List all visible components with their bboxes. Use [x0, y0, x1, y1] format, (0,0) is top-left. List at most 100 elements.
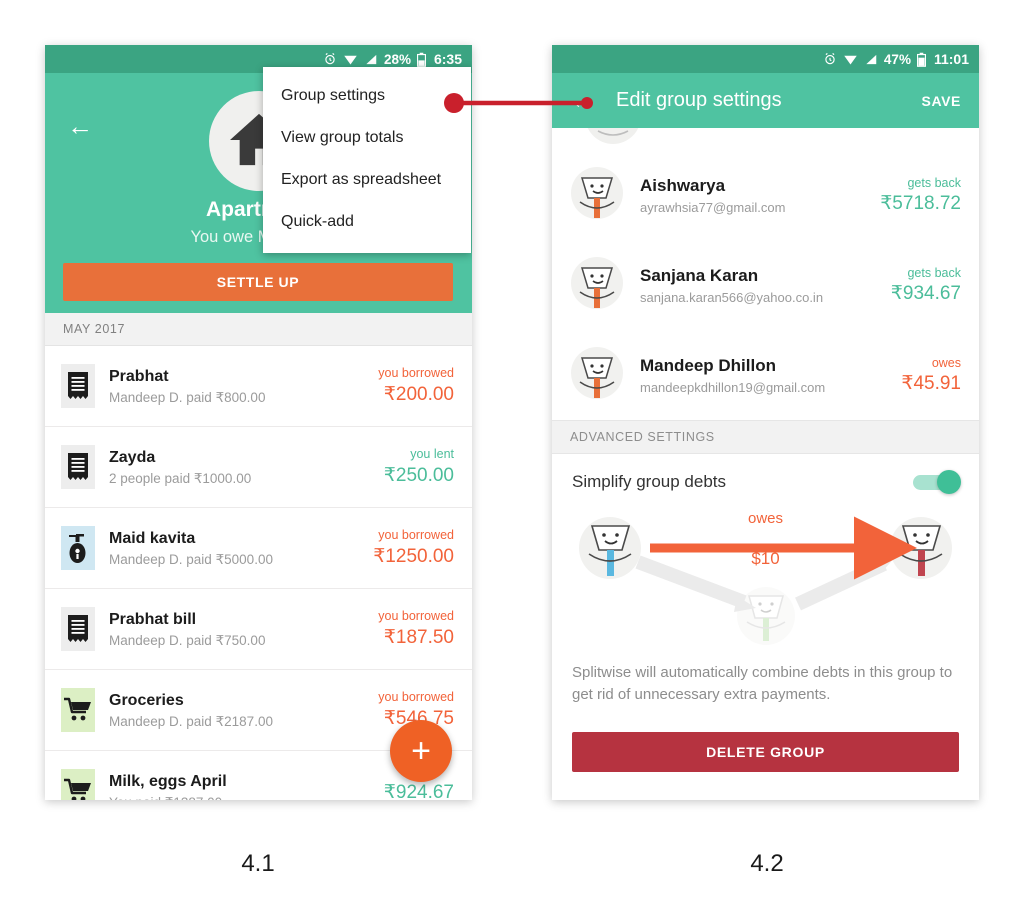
phone-screenshot-left: 28% 6:35 ← Apartment You owe Mandeep SET…	[45, 45, 472, 800]
expense-row[interactable]: Prabhat bill Mandeep D. paid ₹750.00 you b…	[45, 589, 472, 670]
simplify-group-debts-label: Simplify group debts	[572, 472, 727, 491]
app-bar: ← Edit group settings SAVE	[552, 73, 979, 128]
member-balance-amount: ₹45.91	[901, 372, 961, 394]
expense-amount-block: you borrowed ₹200.00	[378, 366, 454, 406]
member-email: ayrawhsia77@gmail.com	[640, 199, 786, 215]
member-balance-block: gets back ₹934.67	[891, 266, 961, 305]
cell-signal-icon	[364, 53, 378, 66]
member-balance-block: gets back ₹5718.72	[880, 176, 961, 215]
member-balance-label: gets back	[907, 265, 961, 280]
expense-payer: You paid ₹1387.00	[109, 795, 370, 801]
group-member-list: Aishwarya ayrawhsia77@gmail.com gets back ₹…	[552, 150, 979, 420]
expense-amount: ₹187.50	[383, 627, 454, 648]
add-expense-fab[interactable]: +	[390, 720, 452, 782]
receipt-icon	[61, 445, 95, 489]
menu-item-export-as-spreadsheet[interactable]: Export as spreadsheet	[263, 159, 471, 201]
expense-title: Prabhat bill	[109, 610, 197, 628]
member-balance-amount: ₹934.67	[890, 282, 961, 304]
member-name: Sanjana Karan	[640, 265, 759, 285]
splitwise-avatar-icon	[570, 166, 624, 225]
expense-title: Maid kavita	[109, 529, 196, 547]
expense-info: Groceries Mandeep D. paid ₹2187.00	[109, 691, 364, 730]
member-info: Mandeep Dhillon mandeepkdhillon19@gmail.c…	[640, 356, 885, 395]
member-row[interactable]: Sanjana Karan sanjana.karan566@yahoo.co.i…	[552, 240, 979, 330]
menu-item-quick-add[interactable]: Quick-add	[263, 201, 471, 243]
member-row[interactable]: Mandeep Dhillon mandeepkdhillon19@gmail.c…	[552, 330, 979, 420]
splitwise-avatar-icon	[570, 346, 624, 405]
member-email: sanjana.karan566@yahoo.co.in	[640, 289, 824, 305]
expense-title: Zayda	[109, 448, 156, 466]
member-email: mandeepkdhillon19@gmail.com	[640, 379, 826, 395]
wifi-icon	[343, 53, 358, 66]
phone-screenshot-right: 47% 11:01 ← Edit group settings SAVE Ais…	[552, 45, 979, 800]
member-row[interactable]: Aishwarya ayrawhsia77@gmail.com gets back ₹…	[552, 150, 979, 240]
settle-up-button[interactable]: SETTLE UP	[63, 263, 453, 301]
simplify-group-debts-toggle[interactable]	[913, 469, 961, 494]
month-section-header: MAY 2017	[45, 313, 472, 346]
expense-payer: Mandeep D. paid ₹750.00	[109, 632, 266, 648]
figure-canvas: 28% 6:35 ← Apartment You owe Mandeep SET…	[0, 0, 1024, 919]
advanced-settings-header: ADVANCED SETTINGS	[552, 420, 979, 454]
partial-group-avatar	[552, 128, 979, 150]
member-info: Sanjana Karan sanjana.karan566@yahoo.co.i…	[640, 266, 875, 305]
page-title: Edit group settings	[616, 89, 782, 111]
expense-payer: Mandeep D. paid ₹800.00	[109, 389, 266, 405]
expense-amount-block: you borrowed ₹1250.00	[373, 528, 454, 568]
expense-amount-block: you borrowed ₹187.50	[378, 609, 454, 649]
alarm-clock-icon	[823, 52, 837, 66]
receipt-icon	[61, 364, 95, 408]
expense-share-label: you borrowed	[378, 366, 454, 380]
back-arrow-icon[interactable]: ←	[570, 86, 596, 115]
expense-share-label: you borrowed	[378, 609, 454, 623]
expense-share-label: you borrowed	[378, 690, 454, 704]
expense-amount: ₹924.67	[383, 781, 454, 801]
expense-payer: Mandeep D. paid ₹5000.00	[109, 551, 273, 567]
overflow-menu: Group settings View group totals Export …	[263, 67, 471, 253]
expense-row[interactable]: Zayda 2 people paid ₹1000.00 you lent ₹250.…	[45, 427, 472, 508]
menu-item-view-group-totals[interactable]: View group totals	[263, 117, 471, 159]
receipt-icon	[61, 607, 95, 651]
alarm-clock-icon	[323, 52, 337, 66]
clock-label: 11:01	[933, 51, 969, 67]
plus-icon: +	[411, 732, 431, 770]
expense-info: Prabhat bill Mandeep D. paid ₹750.00	[109, 610, 364, 649]
clock-label: 6:35	[433, 51, 462, 67]
expense-share-label: you lent	[410, 447, 454, 461]
member-balance-label: gets back	[907, 175, 961, 190]
menu-item-group-settings[interactable]: Group settings	[263, 75, 471, 117]
member-balance-label: owes	[931, 355, 961, 370]
cell-signal-icon	[864, 53, 878, 66]
simplify-group-debts-row[interactable]: Simplify group debts	[552, 454, 979, 498]
diagram-owes-label: owes	[747, 510, 784, 527]
wifi-icon	[843, 53, 858, 66]
expense-amount: ₹1250.00	[373, 546, 454, 567]
expense-info: Prabhat Mandeep D. paid ₹800.00	[109, 367, 364, 406]
battery-percent-label: 28%	[383, 51, 411, 67]
delete-group-button[interactable]: DELETE GROUP	[572, 731, 959, 772]
shopping-cart-icon	[61, 688, 95, 732]
splitwise-avatar-icon	[570, 256, 624, 315]
figure-caption-left: 4.1	[241, 850, 275, 877]
simplify-debts-description: Splitwise will automatically combine deb…	[572, 664, 953, 703]
expense-amount: ₹250.00	[383, 465, 454, 486]
expense-info: Milk, eggs April You paid ₹1387.00	[109, 772, 370, 801]
save-button[interactable]: SAVE	[922, 93, 962, 109]
expense-payer: 2 people paid ₹1000.00	[109, 470, 252, 486]
toggle-knob	[937, 469, 961, 494]
expense-row[interactable]: Maid kavita Mandeep D. paid ₹5000.00 you b…	[45, 508, 472, 589]
expense-info: Maid kavita Mandeep D. paid ₹5000.00	[109, 529, 359, 568]
expense-info: Zayda 2 people paid ₹1000.00	[109, 448, 370, 487]
shopping-cart-icon	[61, 769, 95, 800]
figure-caption-right: 4.2	[750, 850, 784, 877]
expense-share-label: you borrowed	[378, 528, 454, 542]
member-name: Aishwarya	[640, 175, 726, 195]
battery-icon	[416, 52, 426, 67]
diagram-amount-label: $10	[751, 549, 780, 568]
expense-title: Milk, eggs April	[109, 772, 227, 790]
member-balance-amount: ₹5718.72	[880, 192, 961, 214]
expense-row[interactable]: Prabhat Mandeep D. paid ₹800.00 you borrow…	[45, 346, 472, 427]
simplify-debts-diagram: owes $10	[566, 504, 965, 654]
member-name: Mandeep Dhillon	[640, 355, 776, 375]
battery-percent-label: 47%	[883, 51, 911, 67]
back-arrow-icon[interactable]: ←	[63, 109, 97, 143]
